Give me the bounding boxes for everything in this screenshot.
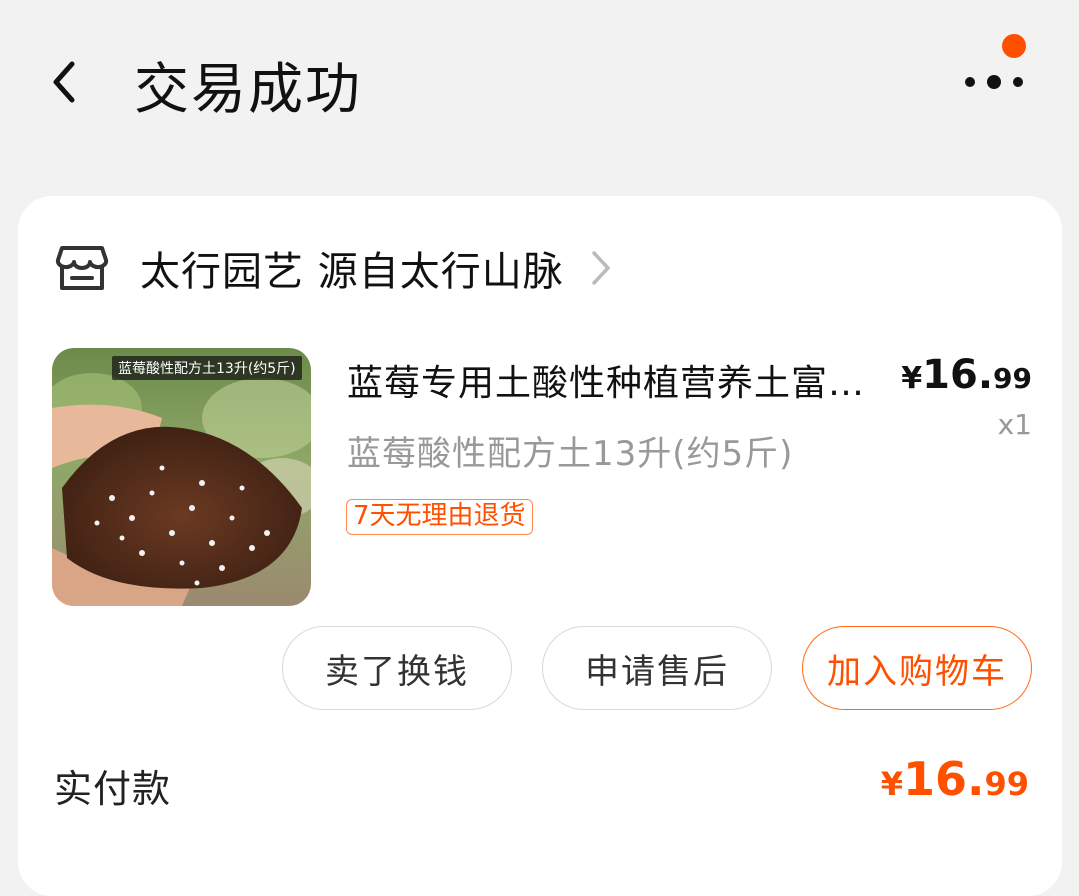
return-policy-badge: 7天无理由退货 <box>346 499 533 535</box>
paid-decimal: 99 <box>984 765 1029 803</box>
product-image[interactable]: 蓝莓酸性配方土13升(约5斤) <box>52 348 311 606</box>
paid-amount-row: 实付款 ¥16.99 <box>54 752 1029 812</box>
back-button[interactable] <box>38 52 90 112</box>
page-title: 交易成功 <box>134 57 363 121</box>
product-sku: 蓝莓酸性配方土13升(约5斤) <box>347 434 794 474</box>
paid-integer: 16. <box>902 752 985 806</box>
order-card: 太行园艺 源自太行山脉 蓝莓酸性配方土13升(约5斤) 蓝莓专用土酸性种植营养土… <box>18 196 1062 896</box>
more-dots-icon <box>965 75 1023 89</box>
top-nav-bar: 交易成功 <box>0 0 1079 160</box>
price-decimal: 99 <box>993 362 1032 395</box>
paid-amount: ¥16.99 <box>881 752 1029 806</box>
sell-button[interactable]: 卖了换钱 <box>282 626 512 710</box>
shop-name: 太行园艺 源自太行山脉 <box>140 249 564 295</box>
image-caption: 蓝莓酸性配方土13升(约5斤) <box>112 356 302 380</box>
paid-label: 实付款 <box>54 767 172 811</box>
price-integer: 16. <box>922 352 994 398</box>
chevron-left-icon <box>53 61 75 103</box>
chevron-right-icon <box>591 251 610 285</box>
product-price: ¥16.99 <box>901 352 1032 398</box>
product-title[interactable]: 蓝莓专用土酸性种植营养土富含泥炭土壤 <box>347 354 877 406</box>
after-sale-button[interactable]: 申请售后 <box>542 626 772 710</box>
paid-currency: ¥ <box>880 765 903 803</box>
shop-header[interactable]: 太行园艺 源自太行山脉 <box>54 238 754 298</box>
product-photo <box>52 348 311 606</box>
more-button[interactable] <box>950 30 1040 110</box>
order-actions: 卖了换钱 申请售后 加入购物车 <box>282 626 1032 710</box>
notification-dot <box>1002 34 1026 58</box>
add-to-cart-button[interactable]: 加入购物车 <box>802 626 1032 710</box>
price-currency: ¥ <box>901 361 923 396</box>
product-quantity: x1 <box>997 408 1032 441</box>
store-icon <box>55 246 109 290</box>
